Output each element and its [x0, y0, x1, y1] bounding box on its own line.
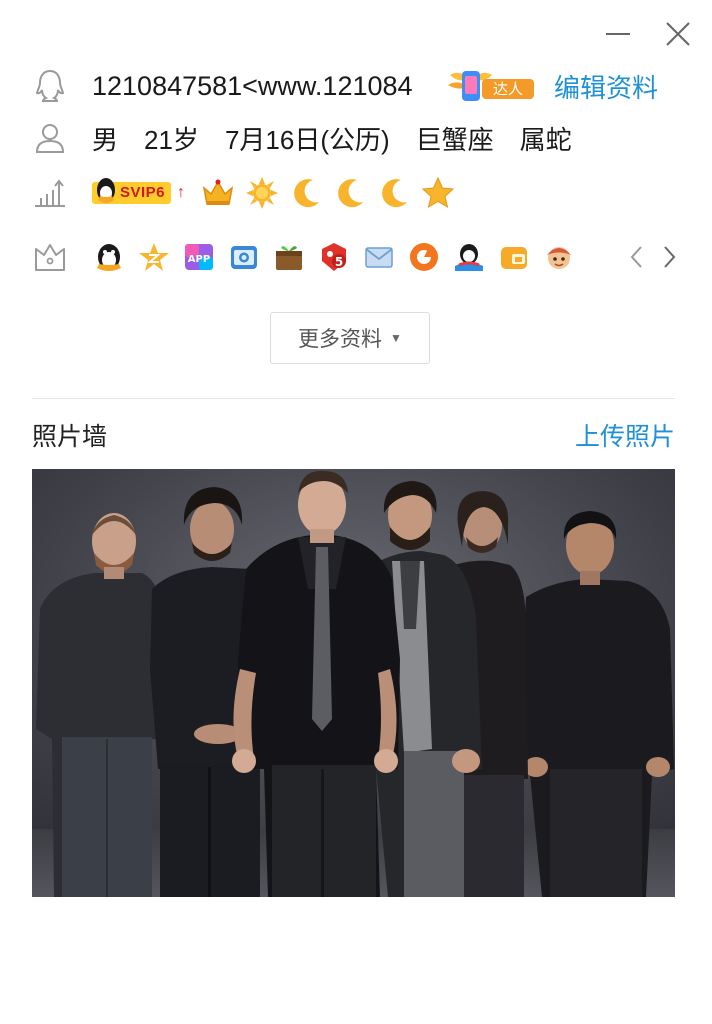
qq-penguin-outline-icon: [30, 66, 70, 106]
next-arrow-icon[interactable]: [658, 242, 682, 272]
music-icon[interactable]: [407, 240, 441, 274]
level-chart-icon: [30, 173, 70, 213]
talent-badge[interactable]: 达人: [446, 67, 536, 105]
qq-penguin-icon[interactable]: [92, 240, 126, 274]
app-icon[interactable]: APP: [182, 240, 216, 274]
zodiac: 巨蟹座: [415, 124, 494, 155]
qq-penguin-icon: [97, 178, 115, 203]
divider: [32, 398, 675, 399]
moon-icon: [333, 176, 367, 210]
minimize-icon: [606, 33, 630, 35]
personal-info-row: 男 21岁 7月16日(公历) 巨蟹座 属蛇: [30, 116, 682, 160]
mail-icon[interactable]: [362, 240, 396, 274]
gender: 男: [92, 124, 119, 155]
moon-icon: [377, 176, 411, 210]
pet-icon[interactable]: 5: [317, 240, 351, 274]
svg-text:APP: APP: [188, 254, 210, 265]
services-nav: [624, 242, 682, 272]
svip-badge[interactable]: SVIP6 ↑: [92, 178, 201, 207]
caret-down-icon: ▼: [390, 331, 402, 345]
qq-number: 1210847581<www.121084: [92, 70, 413, 101]
photo-wall-title: 照片墙: [32, 423, 108, 451]
more-info-button[interactable]: 更多资料 ▼: [270, 312, 430, 364]
services-row: APP 5: [30, 235, 682, 279]
close-icon: [666, 22, 690, 46]
game-box-icon[interactable]: [272, 240, 306, 274]
character-icon[interactable]: [542, 240, 576, 274]
svip-label: SVIP6: [120, 184, 166, 201]
person-icon: [30, 118, 70, 158]
close-button[interactable]: [658, 14, 698, 54]
wallet-icon[interactable]: [497, 240, 531, 274]
qq-number-row: 1210847581<www.121084 达人 编辑资料: [30, 64, 682, 108]
talent-badge-text: 达人: [493, 80, 523, 98]
svg-text:5: 5: [335, 255, 343, 269]
crown-icon: [201, 176, 235, 210]
age: 21岁: [144, 124, 199, 155]
photo-wall-image[interactable]: [32, 469, 675, 897]
services-crown-outline-icon: [30, 237, 70, 277]
chinese-zodiac: 属蛇: [519, 124, 572, 155]
qq-show-icon[interactable]: [452, 240, 486, 274]
camera-icon[interactable]: [227, 240, 261, 274]
more-info-label: 更多资料: [298, 328, 383, 351]
edit-profile-link[interactable]: 编辑资料: [554, 68, 658, 105]
moon-icon: [289, 176, 323, 210]
sun-icon: [245, 176, 279, 210]
qzone-star-icon[interactable]: [137, 240, 171, 274]
level-row: SVIP6 ↑: [30, 171, 682, 215]
prev-arrow-icon[interactable]: [624, 242, 648, 272]
minimize-button[interactable]: [598, 14, 638, 54]
up-arrow-icon: ↑: [177, 184, 186, 201]
birthday: 7月16日(公历): [224, 124, 390, 155]
upload-photo-link[interactable]: 上传照片: [575, 417, 675, 453]
star-icon: [421, 176, 455, 210]
